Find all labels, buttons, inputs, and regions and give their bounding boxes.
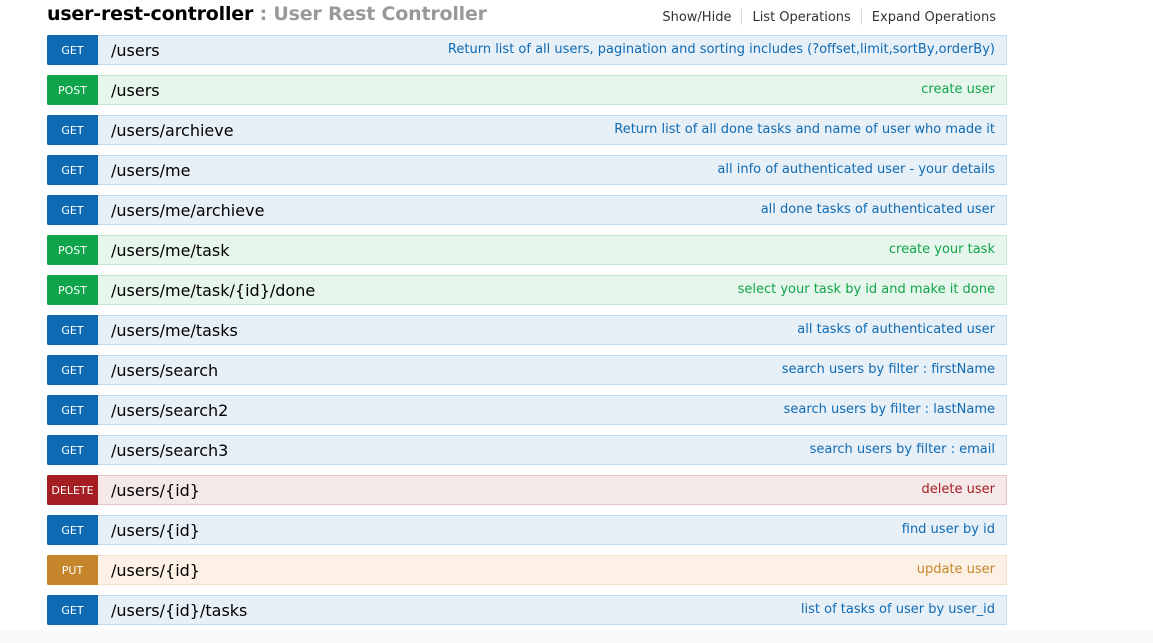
operation-row[interactable]: GET/users Return list of all users, pagin… <box>47 35 1007 65</box>
endpoint-summary[interactable]: search users by filter : email <box>810 436 995 464</box>
http-method-badge[interactable]: GET <box>47 315 98 345</box>
api-docs-page: user-rest-controller : User Rest Control… <box>0 0 1153 643</box>
http-method-badge[interactable]: GET <box>47 155 98 185</box>
header-links: Show/Hide List Operations Expand Operati… <box>662 9 996 25</box>
endpoint-summary[interactable]: find user by id <box>902 516 995 544</box>
endpoint-path[interactable]: /users/archieve <box>111 121 234 140</box>
http-method-badge[interactable]: GET <box>47 355 98 385</box>
endpoint-path[interactable]: /users/me/archieve <box>111 201 264 220</box>
endpoint-path[interactable]: /users/{id} <box>111 521 200 540</box>
http-method-badge[interactable]: GET <box>47 515 98 545</box>
operation-row[interactable]: GET/users/search3 search users by filter … <box>47 435 1007 465</box>
title-separator: : <box>259 3 268 25</box>
endpoint-summary[interactable]: Return list of all users, pagination and… <box>448 36 995 64</box>
endpoint-summary[interactable]: list of tasks of user by user_id <box>801 596 995 624</box>
http-method-badge[interactable]: GET <box>47 115 98 145</box>
http-method-badge[interactable]: GET <box>47 35 98 65</box>
http-method-badge[interactable]: POST <box>47 75 98 105</box>
endpoint-path[interactable]: /users/search3 <box>111 441 228 460</box>
http-method-badge[interactable]: GET <box>47 595 98 625</box>
operation-row[interactable]: POST/users/me/task create your task <box>47 235 1007 265</box>
operation-row[interactable]: GET/users/{id} find user by id <box>47 515 1007 545</box>
endpoint-summary[interactable]: search users by filter : lastName <box>784 396 995 424</box>
expand-operations-link[interactable]: Expand Operations <box>872 10 996 25</box>
operation-row[interactable]: GET/users/me/tasks all tasks of authentic… <box>47 315 1007 345</box>
endpoint-summary[interactable]: Return list of all done tasks and name o… <box>614 116 995 144</box>
operation-row[interactable]: GET/users/me all info of authenticated us… <box>47 155 1007 185</box>
controller-title: User Rest Controller <box>273 3 487 25</box>
endpoint-path[interactable]: /users <box>111 81 160 100</box>
operation-row[interactable]: GET/users/search search users by filter :… <box>47 355 1007 385</box>
operations-list: GET/users Return list of all users, pagin… <box>47 35 1007 635</box>
endpoint-path[interactable]: /users/{id}/tasks <box>111 601 247 620</box>
endpoint-summary[interactable]: create your task <box>889 236 995 264</box>
endpoint-path[interactable]: /users/search2 <box>111 401 228 420</box>
http-method-badge[interactable]: POST <box>47 275 98 305</box>
endpoint-summary[interactable]: update user <box>917 556 995 584</box>
http-method-badge[interactable]: PUT <box>47 555 98 585</box>
controller-header: user-rest-controller : User Rest Control… <box>47 0 1007 30</box>
endpoint-path[interactable]: /users <box>111 41 160 60</box>
link-divider <box>860 9 862 25</box>
endpoint-summary[interactable]: search users by filter : firstName <box>782 356 995 384</box>
operation-row[interactable]: POST/users create user <box>47 75 1007 105</box>
endpoint-path[interactable]: /users/me/tasks <box>111 321 238 340</box>
endpoint-path[interactable]: /users/{id} <box>111 481 200 500</box>
endpoint-path[interactable]: /users/search <box>111 361 218 380</box>
endpoint-summary[interactable]: all done tasks of authenticated user <box>761 196 995 224</box>
endpoint-summary[interactable]: all tasks of authenticated user <box>797 316 995 344</box>
http-method-badge[interactable]: GET <box>47 395 98 425</box>
endpoint-summary[interactable]: create user <box>921 76 995 104</box>
operation-row[interactable]: GET/users/me/archieve all done tasks of a… <box>47 195 1007 225</box>
bottom-strip <box>0 630 1153 643</box>
http-method-badge[interactable]: POST <box>47 235 98 265</box>
controller-name[interactable]: user-rest-controller <box>47 3 253 25</box>
operation-row[interactable]: GET/users/search2 search users by filter … <box>47 395 1007 425</box>
operation-row[interactable]: DELETE/users/{id} delete user <box>47 475 1007 505</box>
endpoint-summary[interactable]: all info of authenticated user - your de… <box>717 156 995 184</box>
list-operations-link[interactable]: List Operations <box>752 10 850 25</box>
endpoint-summary[interactable]: select your task by id and make it done <box>738 276 995 304</box>
http-method-badge[interactable]: GET <box>47 195 98 225</box>
endpoint-path[interactable]: /users/{id} <box>111 561 200 580</box>
http-method-badge[interactable]: DELETE <box>47 475 98 505</box>
operation-row[interactable]: GET/users/archieve Return list of all don… <box>47 115 1007 145</box>
operation-row[interactable]: PUT/users/{id} update user <box>47 555 1007 585</box>
endpoint-path[interactable]: /users/me/task/{id}/done <box>111 281 315 300</box>
endpoint-path[interactable]: /users/me/task <box>111 241 230 260</box>
operation-row[interactable]: GET/users/{id}/tasks list of tasks of use… <box>47 595 1007 625</box>
link-divider <box>741 9 743 25</box>
endpoint-path[interactable]: /users/me <box>111 161 190 180</box>
show-hide-link[interactable]: Show/Hide <box>662 10 731 25</box>
endpoint-summary[interactable]: delete user <box>922 476 995 504</box>
http-method-badge[interactable]: GET <box>47 435 98 465</box>
operation-row[interactable]: POST/users/me/task/{id}/done select your … <box>47 275 1007 305</box>
controller-heading[interactable]: user-rest-controller : User Rest Control… <box>47 3 487 25</box>
